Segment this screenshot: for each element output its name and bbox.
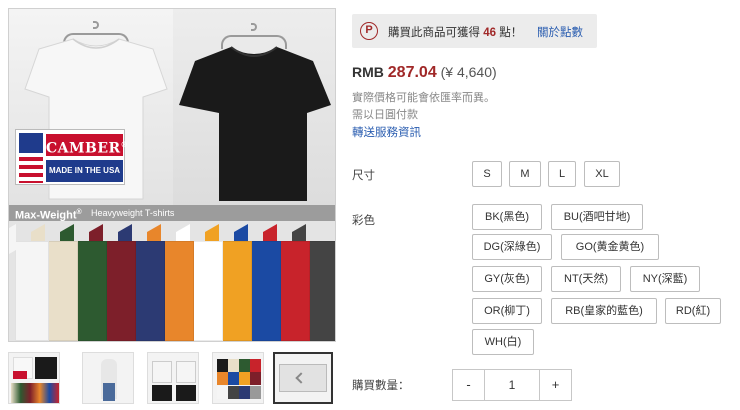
points-icon: P <box>360 22 378 40</box>
color-option[interactable]: GO(黄金黄色) <box>561 234 659 260</box>
line-title-text: Max-Weight <box>15 209 77 222</box>
tshirt-swatch <box>218 241 252 341</box>
thumb-jeans <box>103 383 115 401</box>
quantity-label: 購買數量： <box>352 380 410 392</box>
price: RMB 287.04 (¥ 4,640) <box>352 64 497 82</box>
thumb-logo <box>13 371 27 379</box>
tshirt-swatch <box>160 241 194 341</box>
points-text-before: 購買此商品可獲得 <box>388 27 484 39</box>
color-option[interactable]: RB(皇家的藍色) <box>551 298 657 324</box>
tshirt-swatch <box>189 241 223 341</box>
price-jpy: (¥ 4,640) <box>440 64 497 80</box>
color-option[interactable]: WH(白) <box>472 329 534 355</box>
black-tshirt-photo <box>173 9 335 209</box>
points-amount: 46 <box>483 27 496 39</box>
us-flag-icon <box>19 133 43 183</box>
size-option[interactable]: M <box>509 161 541 187</box>
thumbnail-2[interactable] <box>82 352 134 404</box>
color-option[interactable]: NT(天然) <box>551 266 621 292</box>
color-option[interactable]: OR(柳丁) <box>472 298 542 324</box>
color-label: 彩色 <box>352 215 375 227</box>
line-title-mark: ® <box>76 209 82 216</box>
tshirt-swatch <box>102 241 136 341</box>
thumb-front-black <box>152 385 172 401</box>
jpy-payment-note: 需以日圓付款 <box>352 109 418 121</box>
flag-canton <box>19 133 43 153</box>
thumb-back-black <box>176 385 196 401</box>
thumbnail-3[interactable] <box>147 352 199 404</box>
about-points-link[interactable]: 關於點數 <box>537 24 583 40</box>
points-text-after: 點！ <box>496 27 523 39</box>
color-option[interactable]: NY(深藍) <box>630 266 700 292</box>
quantity-stepper: - 1 + <box>452 369 572 401</box>
color-option[interactable]: BK(黑色) <box>472 204 542 230</box>
thumb-back-white <box>176 361 196 383</box>
size-option[interactable]: L <box>548 161 576 187</box>
quantity-input[interactable]: 1 <box>485 370 539 400</box>
tshirt-swatch <box>15 241 49 341</box>
thumb-colors <box>11 383 59 403</box>
thumbnail-1[interactable] <box>8 352 60 404</box>
color-tshirt-row <box>9 221 335 341</box>
price-currency: RMB <box>352 64 384 80</box>
main-product-image[interactable]: CAMBER® MADE IN THE USA Max-Weight® Heav… <box>8 8 336 342</box>
size-option[interactable]: S <box>472 161 502 187</box>
line-banner: Max-Weight® Heavyweight T-shirts <box>9 205 335 222</box>
tshirt-swatch <box>131 241 165 341</box>
shipping-info-link[interactable]: 轉送服務資訊 <box>352 124 421 140</box>
thumbnail-5[interactable] <box>273 352 333 404</box>
size-option[interactable]: XL <box>584 161 620 187</box>
points-message: 購買此商品可獲得 46 點！ <box>388 24 522 40</box>
price-value: 287.04 <box>387 64 437 81</box>
thumbnail-4[interactable] <box>212 352 264 404</box>
points-banner: P 購買此商品可獲得 46 點！ 關於點數 <box>352 14 597 48</box>
brand-name: CAMBER® <box>46 134 128 157</box>
color-option[interactable]: GY(灰色) <box>472 266 542 292</box>
brand-registered-mark: ® <box>120 140 129 149</box>
front-back-icon <box>152 361 172 383</box>
color-grid-icon <box>217 359 261 399</box>
tshirt-swatch <box>73 241 107 341</box>
line-subtitle: Heavyweight T-shirts <box>91 208 175 218</box>
tshirt-swatch <box>276 241 310 341</box>
tshirt-swatch <box>44 241 78 341</box>
made-in-label: MADE IN THE USA <box>46 160 123 182</box>
quantity-decrease-button[interactable]: - <box>453 370 485 400</box>
color-option[interactable]: BU(酒吧甘地) <box>551 204 643 230</box>
quantity-increase-button[interactable]: + <box>539 370 571 400</box>
exchange-rate-note: 實際價格可能會依匯率而異。 <box>352 92 495 104</box>
color-option[interactable]: RD(紅) <box>665 298 721 324</box>
black-tshirt-icon <box>179 46 331 201</box>
color-option[interactable]: DG(深綠色) <box>472 234 552 260</box>
tshirt-swatch <box>247 241 281 341</box>
thumbnail-strip <box>8 352 338 406</box>
brand-name-text: CAMBER <box>46 140 121 157</box>
brand-logo: CAMBER® MADE IN THE USA <box>15 129 128 185</box>
size-label: 尺寸 <box>352 170 375 182</box>
thumb-black-shirt <box>35 357 57 379</box>
